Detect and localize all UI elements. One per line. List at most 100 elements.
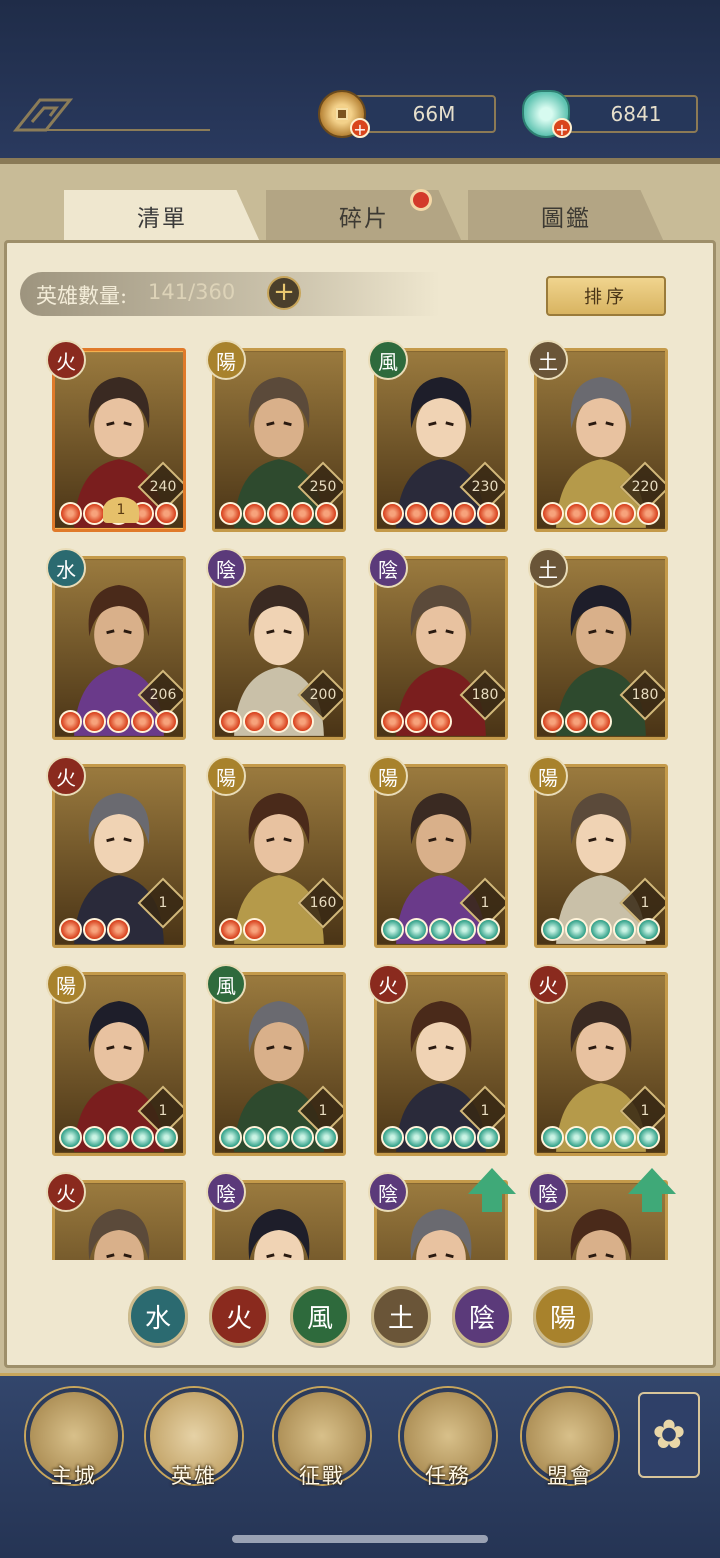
star-icon	[405, 502, 428, 525]
star-icon	[589, 710, 612, 733]
hero-level: 180	[631, 687, 659, 703]
element-earth-icon: 土	[528, 340, 568, 380]
star-icon	[565, 918, 588, 941]
nav-label: 主城	[51, 1464, 97, 1488]
star-icon	[131, 710, 154, 733]
hero-level: 200	[309, 687, 337, 703]
star-icon	[477, 502, 500, 525]
element-yin-icon: 陰	[368, 1172, 408, 1212]
element-fire-icon: 火	[46, 756, 86, 796]
star-icon	[155, 502, 178, 525]
element-yin-icon: 陰	[206, 548, 246, 588]
hero-rank: 1	[103, 497, 139, 523]
filter-fire-button[interactable]: 火	[209, 1286, 269, 1346]
notification-dot	[410, 189, 432, 211]
hero-level: 230	[471, 479, 499, 495]
add-coins-button[interactable]: +	[350, 118, 370, 139]
hero-level: 1	[318, 1103, 328, 1119]
star-icon	[429, 1126, 452, 1149]
star-rating	[541, 710, 613, 733]
star-icon	[613, 918, 636, 941]
star-icon	[381, 710, 404, 733]
star-icon	[243, 1126, 266, 1149]
tab-codex[interactable]: 圖鑑	[468, 190, 664, 242]
tab-fragments[interactable]: 碎片	[266, 190, 462, 242]
star-icon	[405, 918, 428, 941]
star-icon	[267, 710, 290, 733]
filter-earth-button[interactable]: 土	[371, 1286, 431, 1346]
nav-label: 征戰	[299, 1464, 345, 1488]
star-icon	[59, 918, 82, 941]
element-yin-icon: 陰	[368, 548, 408, 588]
star-icon	[541, 710, 564, 733]
tab-list[interactable]: 清單	[64, 190, 260, 242]
star-icon	[453, 502, 476, 525]
add-jade-button[interactable]: +	[552, 118, 572, 139]
star-icon	[267, 1126, 290, 1149]
hero-grid: 240 1 火 250 陽 230 風 220 土 206 水 200 陰 180 陰 180 土 1 火 160 陽 1…	[20, 340, 700, 1260]
star-rating	[59, 710, 179, 733]
hero-level: 160	[309, 895, 337, 911]
star-icon	[613, 1126, 636, 1149]
hero-level: 1	[640, 895, 650, 911]
star-icon	[219, 918, 242, 941]
home-indicator	[232, 1535, 488, 1543]
star-icon	[219, 1126, 242, 1149]
star-icon	[453, 1126, 476, 1149]
hero-level: 1	[640, 1103, 650, 1119]
nav-label: 盟會	[547, 1464, 593, 1488]
star-rating	[381, 502, 501, 525]
expand-hero-slots-button[interactable]: +	[267, 276, 301, 310]
star-icon	[405, 1126, 428, 1149]
tab-list-label: 清單	[137, 206, 187, 232]
element-wind-icon: 風	[368, 340, 408, 380]
star-rating	[219, 502, 339, 525]
element-yang-icon: 陽	[206, 756, 246, 796]
hero-level: 220	[631, 479, 659, 495]
tab-fragments-label: 碎片	[339, 206, 389, 232]
star-icon	[429, 710, 452, 733]
element-earth-icon: 土	[528, 548, 568, 588]
hero-level: 180	[471, 687, 499, 703]
star-icon	[59, 710, 82, 733]
star-icon	[565, 1126, 588, 1149]
upgrade-arrow-stem	[642, 1194, 662, 1212]
element-yang-icon: 陽	[368, 756, 408, 796]
star-icon	[243, 502, 266, 525]
star-rating	[381, 710, 453, 733]
jade-amount: 6841	[610, 102, 662, 126]
star-rating	[59, 1126, 179, 1149]
star-rating	[541, 918, 661, 941]
star-icon	[613, 502, 636, 525]
star-icon	[219, 502, 242, 525]
star-icon	[267, 502, 290, 525]
filter-wind-button[interactable]: 風	[290, 1286, 350, 1346]
star-icon	[83, 1126, 106, 1149]
star-rating	[381, 1126, 501, 1149]
element-yang-icon: 陽	[528, 756, 568, 796]
star-icon	[589, 918, 612, 941]
hero-level: 1	[480, 895, 490, 911]
element-yang-icon: 陽	[206, 340, 246, 380]
star-icon	[541, 1126, 564, 1149]
star-icon	[107, 918, 130, 941]
star-rating	[219, 710, 315, 733]
element-wind-icon: 風	[206, 964, 246, 1004]
nav-label: 任務	[425, 1464, 471, 1488]
star-icon	[243, 710, 266, 733]
star-icon	[155, 710, 178, 733]
menu-grid-icon[interactable]: ✿	[638, 1392, 700, 1478]
filter-water-button[interactable]: 水	[128, 1286, 188, 1346]
sort-button[interactable]: 排序	[546, 276, 666, 316]
star-icon	[291, 1126, 314, 1149]
element-filter-bar: 水火風土陰陽	[0, 1284, 720, 1348]
star-icon	[107, 1126, 130, 1149]
hero-level: 240	[149, 479, 177, 495]
element-fire-icon: 火	[368, 964, 408, 1004]
star-icon	[477, 918, 500, 941]
element-water-icon: 水	[46, 548, 86, 588]
star-rating	[219, 1126, 339, 1149]
filter-yang-button[interactable]: 陽	[533, 1286, 593, 1346]
filter-yin-button[interactable]: 陰	[452, 1286, 512, 1346]
tab-codex-label: 圖鑑	[541, 206, 591, 232]
